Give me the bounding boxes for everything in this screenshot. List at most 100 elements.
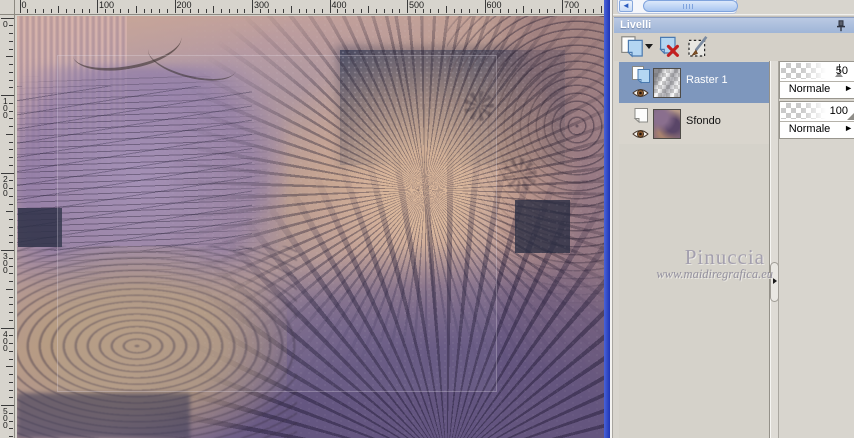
vertical-ruler: 0 1 0 0 2 0 0 3 0 0 4 0 0 5 0 0: [0, 15, 15, 438]
pin-icon[interactable]: [836, 20, 846, 32]
layer-row-raster1[interactable]: Raster 1: [619, 62, 769, 103]
delete-layer-icon[interactable]: [657, 35, 681, 59]
ruler-label: 700: [564, 0, 580, 10]
ruler-tick: [314, 9, 315, 13]
opacity-field[interactable]: 50: [780, 62, 854, 82]
ruler-tick: [9, 64, 13, 65]
ruler-tick: [453, 9, 455, 13]
ruler-tick: [554, 9, 556, 13]
layer-row-sfondo[interactable]: Sfondo: [619, 103, 769, 144]
ruler-tick: [6, 56, 13, 58]
layer-thumbnail[interactable]: [653, 68, 681, 98]
ruler-tick: [306, 9, 308, 13]
ruler-major-tick: [407, 0, 408, 13]
app-window: 0 100 200 300 400 500 600 700 0 1 0 0 2 0 0 3 0 0 4…: [0, 0, 854, 438]
ruler-tick: [228, 9, 230, 13]
ruler-major-tick: [562, 0, 563, 13]
ruler-label: 4 0 0: [3, 328, 8, 353]
ruler-tick: [9, 312, 13, 313]
ruler-tick: [6, 211, 13, 213]
ruler-tick: [9, 195, 13, 197]
ruler-tick: [9, 335, 13, 337]
blend-dropdown-arrow-icon[interactable]: ►: [844, 83, 853, 93]
ruler-label: 200: [176, 0, 192, 10]
ruler-tick: [221, 9, 222, 13]
ruler-tick: [35, 9, 36, 13]
ruler-tick: [360, 9, 362, 13]
ruler-tick: [9, 48, 13, 50]
ruler-tick: [461, 9, 463, 13]
ruler-tick: [531, 9, 532, 13]
ruler-tick: [9, 126, 13, 127]
ruler-tick: [197, 9, 199, 13]
scrollbar-thumb[interactable]: [643, 0, 738, 12]
art-sparkles: [17, 16, 604, 438]
ruler-tick: [9, 428, 13, 430]
ruler-tick: [9, 343, 13, 344]
ruler-label: 5 0 0: [3, 406, 8, 430]
ruler-tick: [159, 9, 160, 13]
ruler-tick: [507, 9, 509, 13]
scroll-left-button[interactable]: ◄: [619, 0, 633, 12]
new-raster-layer-icon[interactable]: [620, 35, 644, 59]
scroll-left-arrow-icon: ◄: [622, 1, 630, 10]
blend-mode-value: Normale: [788, 83, 831, 95]
ruler-tick: [9, 304, 13, 306]
ruler-tick: [9, 188, 13, 189]
horizontal-ruler: 0 100 200 300 400 500 600 700: [15, 0, 604, 15]
layer-visibility-eye-icon[interactable]: [632, 87, 649, 99]
panel-splitter[interactable]: [770, 61, 779, 438]
ruler-tick: [9, 79, 13, 81]
ruler-tick: [9, 180, 13, 182]
palette-caption-bar[interactable]: Livelli: [614, 17, 854, 33]
ruler-tick: [391, 9, 393, 13]
ruler-tick: [66, 9, 67, 13]
new-layer-dropdown-arrow-icon[interactable]: [645, 44, 653, 49]
ruler-tick: [236, 9, 238, 13]
edit-selection-icon[interactable]: [686, 35, 710, 59]
horizontal-scrollbar[interactable]: ◄: [617, 0, 738, 14]
ruler-tick: [120, 9, 122, 13]
ruler-major-tick: [97, 0, 98, 13]
ruler-tick: [166, 9, 168, 13]
ruler-tick: [9, 149, 13, 151]
ruler-tick: [290, 6, 292, 13]
scrollbar-grip-icon: [686, 4, 687, 9]
ruler-tick: [9, 157, 13, 158]
layer-controls-column: 50 Normale ► 100 Normale ►: [779, 61, 854, 438]
layer-visibility-eye-icon[interactable]: [632, 128, 649, 140]
ruler-tick: [399, 9, 401, 13]
layer-name: Raster 1: [686, 74, 728, 86]
ruler-label: 0: [3, 18, 8, 29]
ruler-tick: [9, 164, 13, 166]
ruler-tick: [383, 9, 385, 13]
ruler-tick: [546, 9, 548, 13]
ruler-tick: [6, 366, 13, 368]
layer-thumbnail[interactable]: [653, 109, 681, 139]
blend-dropdown-arrow-icon[interactable]: ►: [844, 123, 853, 133]
ruler-tick: [298, 9, 300, 13]
ruler-major-tick: [174, 0, 176, 13]
ruler-tick: [213, 6, 215, 13]
ruler-tick: [9, 40, 13, 42]
opacity-value: 50: [835, 65, 848, 77]
layers-palette: ◄ Livelli Raster 1 Sfondo 50 Normale ► 1…: [610, 0, 854, 438]
ruler-tick: [469, 9, 470, 13]
raster-layer-icon: [632, 66, 650, 84]
opacity-slider-handle-icon[interactable]: [847, 113, 854, 120]
blend-mode-select[interactable]: Normale ►: [780, 122, 854, 138]
ruler-label: 3 0 0: [3, 251, 8, 275]
ruler-tick: [515, 9, 517, 13]
opacity-field[interactable]: 100: [780, 102, 854, 122]
ruler-tick: [128, 9, 129, 13]
ruler-tick: [205, 9, 207, 13]
layer-controls-sfondo: 100 Normale ►: [779, 101, 854, 139]
blend-mode-select[interactable]: Normale ►: [780, 82, 854, 98]
ruler-tick: [151, 9, 153, 13]
layer-name: Sfondo: [686, 115, 721, 127]
ruler-tick: [73, 9, 75, 13]
canvas-window: 0 100 200 300 400 500 600 700 0 1 0 0 2 0 0 3 0 0 4…: [0, 0, 604, 438]
ruler-tick: [9, 25, 13, 27]
canvas-image[interactable]: [17, 16, 604, 438]
ruler-major-tick: [484, 0, 486, 13]
